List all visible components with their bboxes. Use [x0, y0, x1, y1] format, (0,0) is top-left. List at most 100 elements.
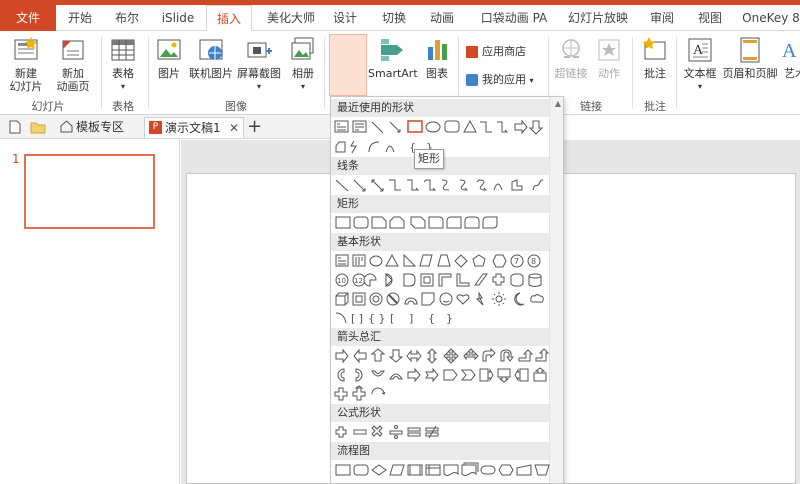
add-animation-page-button[interactable]: 新加 动画页 [53, 35, 93, 93]
striped-right-arrow-shape[interactable] [407, 367, 421, 383]
curved-right-arrow-shape[interactable] [337, 368, 345, 382]
circled-number-shape[interactable]: 7 [510, 254, 524, 268]
tab-view[interactable]: 视图 [696, 5, 724, 31]
curved-connector-shape[interactable] [441, 179, 450, 191]
line-shape[interactable] [335, 179, 349, 192]
right-brace-shape[interactable]: } [446, 312, 453, 325]
multiply-sign-shape[interactable] [371, 425, 383, 437]
tab-presentation[interactable]: P 演示文稿1 ✕ [144, 117, 244, 138]
curved-left-arrow-shape[interactable] [355, 368, 363, 382]
round-diagonal-rectangle-shape[interactable] [482, 216, 498, 229]
block-arc-shape[interactable] [404, 297, 418, 305]
left-right-arrow-shape[interactable] [406, 349, 422, 363]
recent-shape-item[interactable] [371, 121, 384, 134]
freeform-shape[interactable] [511, 179, 523, 191]
tab-transition[interactable]: 切换 [380, 5, 408, 31]
tab-insert[interactable]: 插入 [206, 5, 252, 32]
elbow-arrow-connector-shape[interactable] [407, 179, 420, 191]
picture-button[interactable]: 图片 [152, 35, 186, 80]
flowchart-predefined-process-shape[interactable] [407, 464, 423, 476]
my-apps-button[interactable]: 我的应用 ▾ [466, 71, 534, 87]
new-document-icon[interactable] [8, 120, 22, 134]
tab-slideshow[interactable]: 幻灯片放映 [566, 5, 630, 31]
tab-bool[interactable]: 布尔 [113, 5, 141, 31]
division-sign-shape[interactable] [389, 425, 403, 439]
tab-animation[interactable]: 动画 [428, 5, 456, 31]
left-brace-shape[interactable]: { [428, 312, 435, 325]
donut-shape[interactable] [369, 292, 383, 306]
rounded-rectangle-shape[interactable] [353, 216, 369, 229]
left-up-arrow-shape[interactable] [518, 349, 534, 362]
store-button[interactable]: 应用商店 [466, 43, 526, 59]
moon-shape[interactable] [514, 292, 525, 306]
wordart-button[interactable]: A 艺术 [780, 35, 800, 80]
up-arrow-callout-shape[interactable] [533, 367, 547, 382]
recent-shape-item[interactable] [334, 120, 349, 133]
bevel-shape[interactable] [352, 292, 366, 306]
plus-sign-shape[interactable] [335, 426, 347, 438]
tab-islide[interactable]: iSlide [158, 5, 198, 31]
circled-number-shape[interactable]: 12 [352, 273, 366, 287]
not-equal-sign-shape[interactable] [425, 425, 439, 439]
flowchart-alternate-process-shape[interactable] [353, 464, 369, 476]
hexagon-shape[interactable] [492, 254, 507, 268]
new-slide-button[interactable]: 新建 幻灯片 [4, 35, 48, 93]
quad-arrow-shape[interactable] [443, 348, 459, 364]
screenshot-button[interactable]: 屏幕截图 ▾ [236, 35, 282, 93]
elbow-connector-shape[interactable] [389, 179, 401, 191]
recent-shape-item[interactable] [368, 141, 380, 153]
right-arrow-shape[interactable] [335, 348, 349, 364]
recent-shape-item[interactable] [425, 121, 441, 133]
sun-shape[interactable] [492, 292, 506, 306]
diamond-shape[interactable] [454, 254, 468, 268]
action-button[interactable]: 动作 [592, 35, 626, 80]
snip-same-side-rectangle-shape[interactable] [389, 216, 405, 229]
left-arrow-callout-shape[interactable] [514, 368, 529, 382]
minus-sign-shape[interactable] [353, 429, 367, 435]
recent-rectangle-shape[interactable] [407, 120, 423, 133]
circular-arrow-shape[interactable] [371, 387, 386, 395]
plus-shape[interactable] [492, 273, 505, 286]
left-right-arrow-callout-shape[interactable] [334, 387, 348, 401]
flowchart-document-shape[interactable] [443, 464, 459, 476]
flowchart-internal-storage-shape[interactable] [425, 464, 441, 476]
plaque-shape[interactable] [510, 273, 524, 287]
recent-shape-item[interactable] [352, 120, 367, 133]
snip-diagonal-rectangle-shape[interactable] [410, 216, 426, 229]
tab-design[interactable]: 设计 [331, 5, 359, 31]
lightning-bolt-shape[interactable] [475, 291, 484, 306]
tab-review[interactable]: 审阅 [648, 5, 676, 31]
add-tab-button[interactable]: + [247, 116, 262, 137]
curved-down-arrow-shape[interactable] [389, 373, 403, 380]
recent-shape-item[interactable] [514, 119, 528, 135]
slide-thumbnail[interactable] [24, 154, 155, 229]
tab-home[interactable]: 开始 [66, 5, 94, 31]
flowchart-manual-operation-shape[interactable] [534, 464, 550, 476]
smartart-button[interactable]: SmartArt [368, 35, 418, 80]
close-icon[interactable]: ✕ [229, 118, 239, 138]
up-arrow-shape[interactable] [370, 348, 386, 362]
recent-shape-item[interactable] [463, 119, 477, 133]
bent-arrow-shape[interactable] [482, 347, 496, 362]
double-brace-shape[interactable]: { } [368, 312, 386, 325]
album-button[interactable]: 相册 ▾ [286, 35, 320, 93]
recent-shape-item[interactable] [385, 145, 395, 153]
flowchart-data-shape[interactable] [389, 464, 405, 476]
tab-template-zone[interactable]: 模板专区 [56, 117, 138, 138]
elbow-double-arrow-connector-shape[interactable] [423, 179, 437, 191]
teardrop-shape[interactable] [403, 273, 416, 287]
parallelogram-shape[interactable] [419, 254, 433, 267]
flowchart-preparation-shape[interactable] [498, 464, 514, 476]
circled-number-shape[interactable]: 8 [527, 254, 541, 268]
smiley-face-shape[interactable] [439, 292, 453, 306]
flowchart-terminator-shape[interactable] [480, 465, 496, 475]
folded-corner-shape[interactable] [421, 292, 435, 306]
arrow-line-shape[interactable] [353, 179, 366, 192]
recent-shape-item[interactable] [497, 121, 509, 133]
recent-shape-item[interactable] [350, 140, 357, 154]
round-single-corner-rectangle-shape[interactable] [446, 216, 462, 229]
scroll-up-arrow-icon[interactable]: ▲ [555, 99, 561, 108]
comment-button[interactable]: 批注 [638, 35, 672, 80]
oval-shape[interactable] [369, 255, 383, 267]
pentagon-shape[interactable] [472, 254, 486, 267]
